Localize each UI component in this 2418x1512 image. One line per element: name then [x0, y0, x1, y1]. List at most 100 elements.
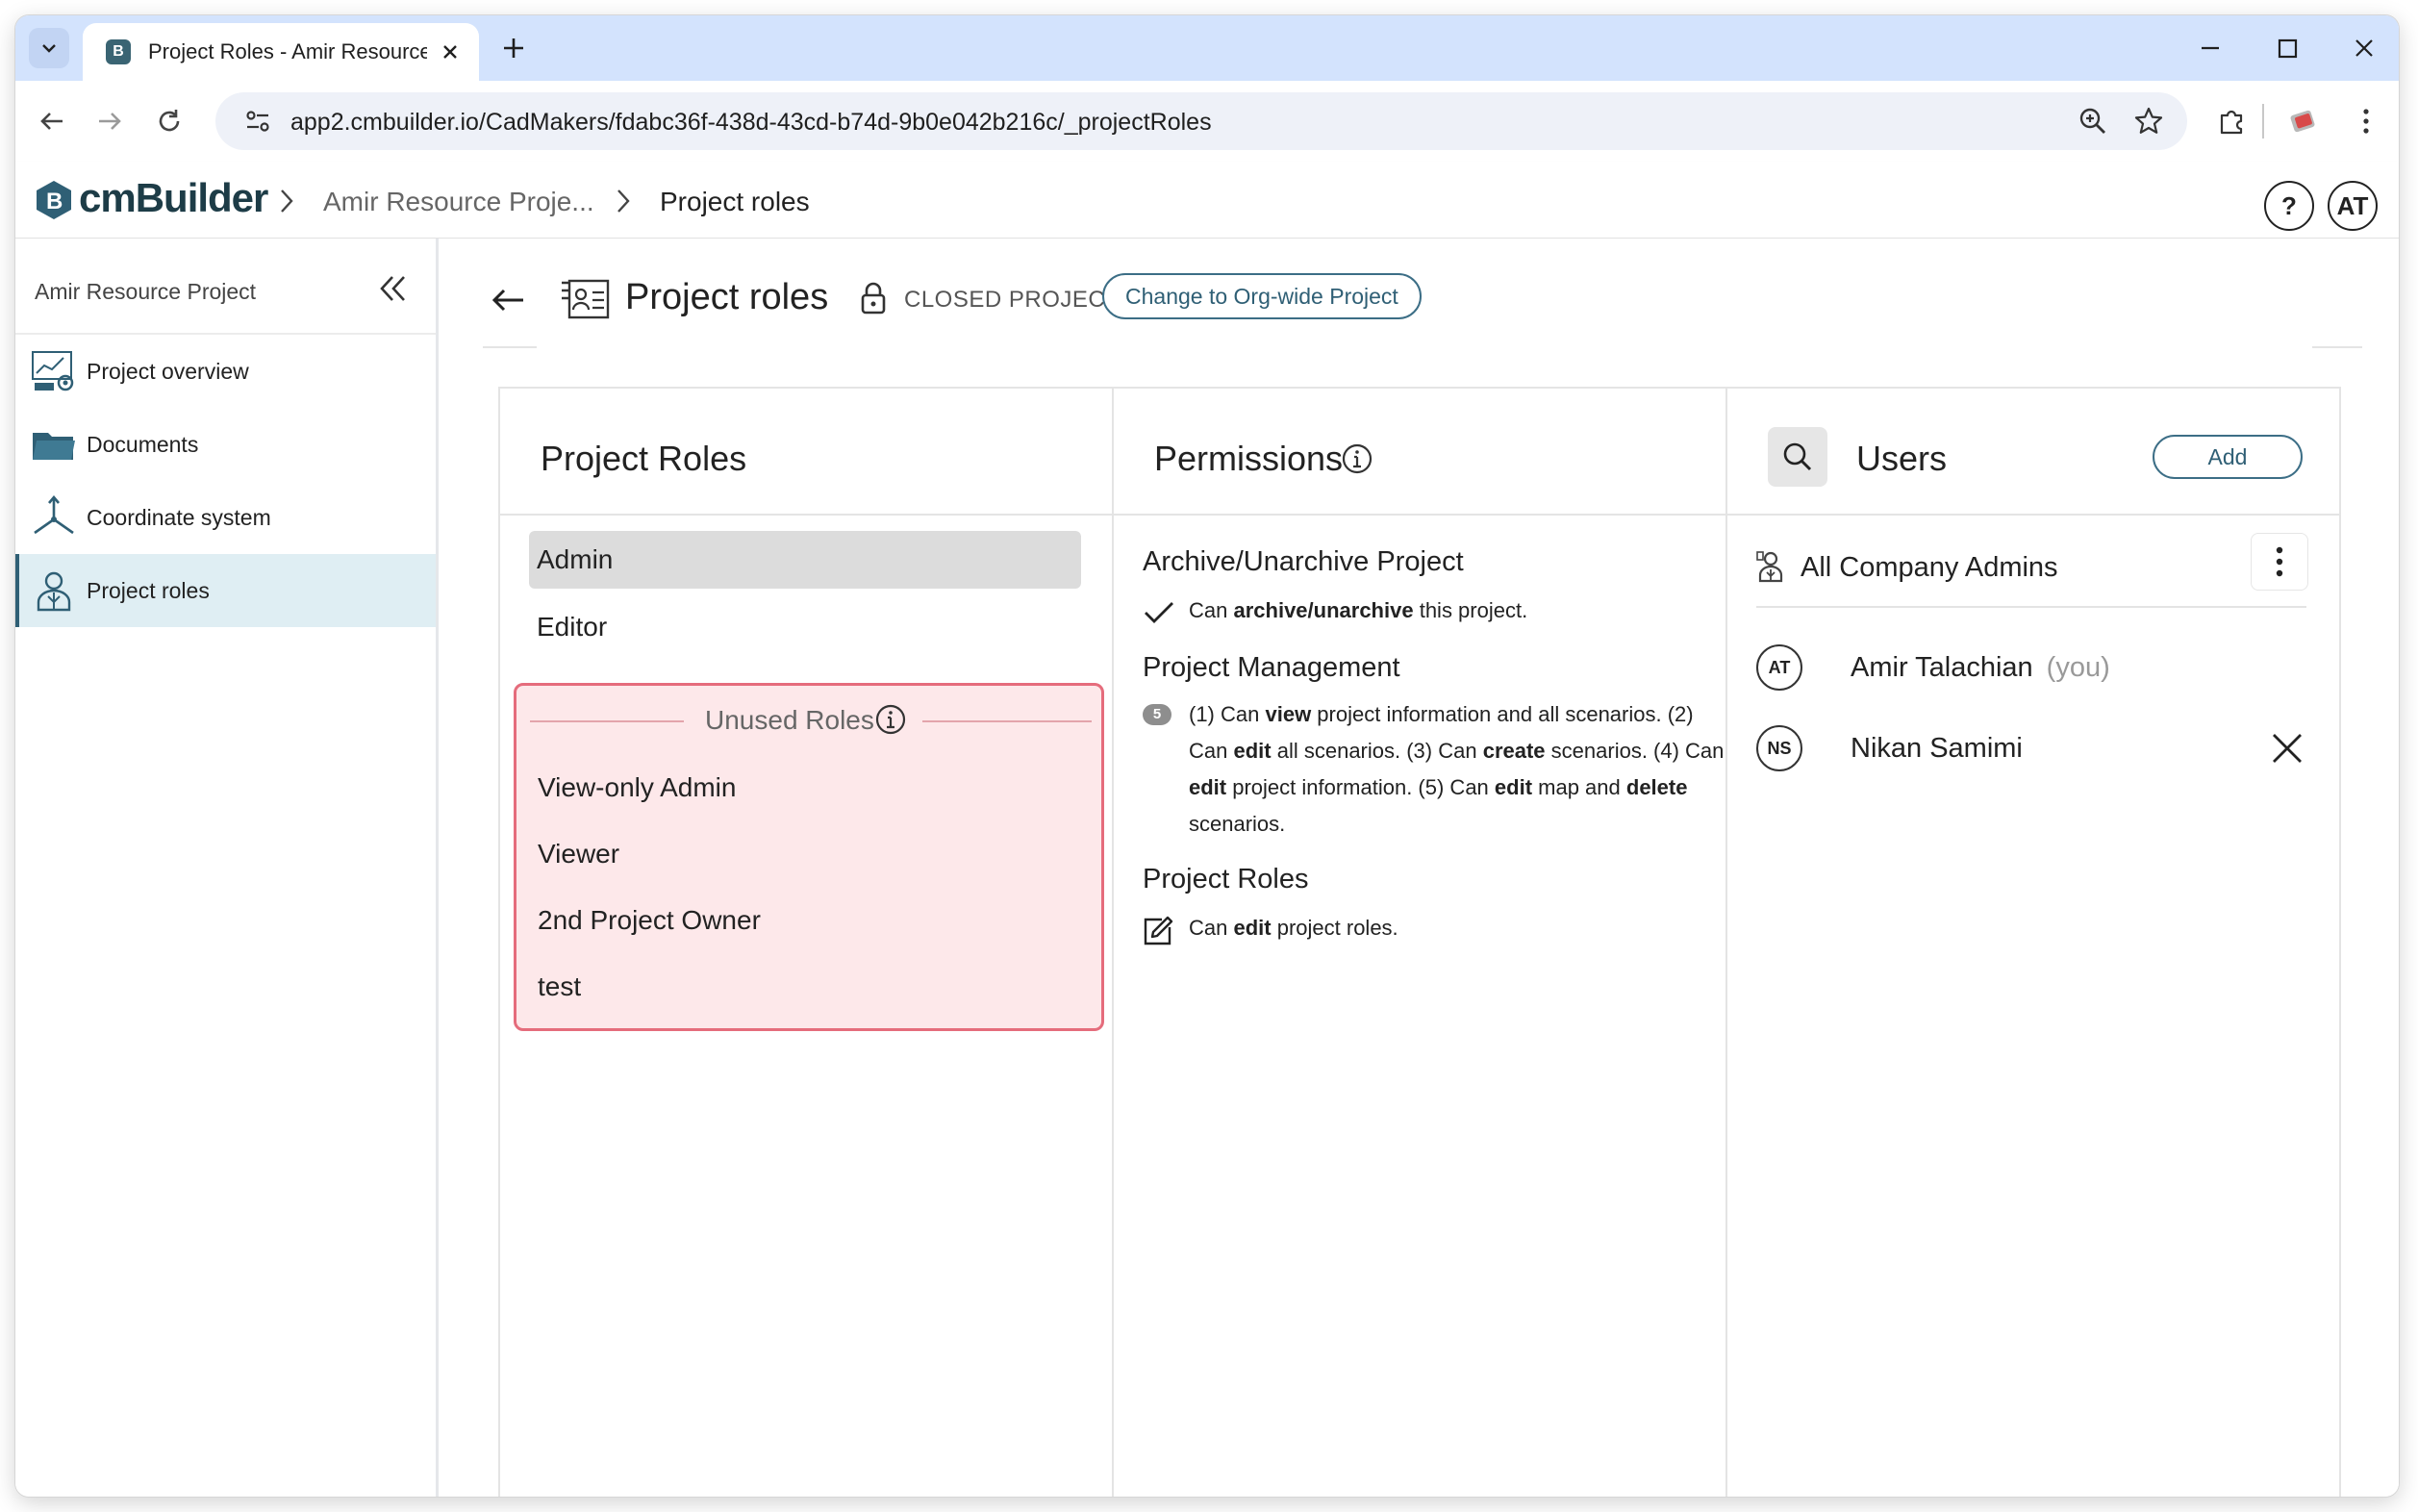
edit-icon [1144, 916, 1173, 945]
sidebar-item-project-roles[interactable]: Project roles [15, 554, 436, 627]
avatar: AT [1756, 644, 1802, 691]
zoom-icon[interactable] [2078, 106, 2108, 137]
avatar: NS [1756, 725, 1802, 771]
maximize-icon[interactable] [2272, 33, 2303, 63]
user-name: Nikan Samimi [1851, 733, 2023, 764]
sidebar-item-label: Coordinate system [87, 504, 271, 530]
axes-icon [34, 494, 74, 535]
profile-extension-icon[interactable] [2287, 106, 2320, 137]
users-panel: Users Add All Company Admins AT Amir Tal… [1725, 387, 2341, 1497]
role-item-admin[interactable]: Admin [529, 531, 1081, 589]
sidebar-item-documents[interactable]: Documents [15, 408, 436, 481]
admin-group-icon [1756, 551, 1783, 583]
bookmark-star-icon[interactable] [2133, 106, 2164, 137]
back-button[interactable] [33, 102, 71, 140]
collapse-sidebar-icon[interactable] [373, 269, 412, 308]
navigation-bar: app2.cmbuilder.io/CadMakers/fdabc36f-438… [15, 81, 2399, 162]
help-button[interactable]: ? [2264, 181, 2314, 231]
close-window-icon[interactable] [2349, 33, 2380, 63]
close-tab-icon[interactable] [439, 40, 462, 63]
reload-button[interactable] [150, 102, 189, 140]
lock-icon [861, 282, 886, 315]
user-name-text: Amir Talachian [1851, 652, 2033, 683]
project-roles-panel: Project Roles Admin Editor Unused Roles … [498, 387, 1114, 1497]
info-icon[interactable] [874, 703, 907, 736]
title-divider [483, 346, 537, 348]
roles-page-icon [562, 279, 610, 319]
user-group-name: All Company Admins [1801, 552, 2058, 583]
user-group-row: All Company Admins [1756, 533, 2308, 608]
sidebar-item-label: Project overview [87, 358, 249, 384]
unused-role-item[interactable]: 2nd Project Owner [538, 905, 761, 936]
legend-line [922, 720, 1092, 722]
sidebar-item-label: Documents [87, 431, 199, 457]
user-avatar-button[interactable]: AT [2328, 181, 2378, 231]
more-vertical-icon [2276, 546, 2283, 577]
permission-section-title: Archive/Unarchive Project [1143, 546, 1464, 577]
arrow-right-icon [99, 113, 121, 130]
tab-strip: B Project Roles - Amir Resource P [15, 15, 2399, 81]
search-icon [1783, 442, 1812, 471]
sidebar-project-title: Amir Resource Project [35, 279, 257, 304]
info-icon[interactable] [1341, 442, 1373, 475]
group-options-button[interactable] [2251, 533, 2308, 591]
unused-roles-group: Unused Roles View-only Admin Viewer 2nd … [514, 683, 1104, 1031]
panel-title: Permissions [1154, 439, 1344, 478]
permission-text: (1) Can view project information and all… [1189, 702, 1725, 836]
tab-search-button[interactable] [29, 28, 69, 68]
logo-text[interactable]: cmBuilder [79, 175, 268, 221]
page-title: Project roles [625, 277, 829, 317]
browser-tab-active[interactable]: B Project Roles - Amir Resource P [83, 23, 479, 81]
panel-header: Permissions [1114, 389, 1725, 516]
title-divider [2312, 346, 2362, 348]
url-text: app2.cmbuilder.io/CadMakers/fdabc36f-438… [290, 109, 1212, 136]
sidebar-item-coordinate-system[interactable]: Coordinate system [15, 481, 436, 554]
panel-title: Project Roles [541, 439, 747, 478]
project-status-label: CLOSED PROJECT [904, 287, 1121, 313]
permission-section-title: Project Roles [1143, 864, 1309, 895]
back-arrow-icon[interactable] [489, 281, 527, 319]
unused-role-item[interactable]: test [538, 971, 581, 1002]
minimize-icon[interactable] [2195, 33, 2226, 63]
tab-title: Project Roles - Amir Resource P [148, 39, 427, 63]
site-info-icon[interactable] [239, 108, 277, 135]
panel-header: Users Add [1727, 389, 2339, 516]
browser-menu-icon[interactable] [2356, 106, 2376, 137]
change-to-org-wide-button[interactable]: Change to Org-wide Project [1102, 273, 1422, 319]
folder-icon [33, 433, 75, 460]
add-user-button[interactable]: Add [2153, 435, 2303, 479]
permissions-panel: Permissions Archive/Unarchive Project Ca… [1112, 387, 1727, 1497]
main-content: Project roles CLOSED PROJECT Change to O… [439, 239, 2399, 1497]
permission-count-badge: 5 [1143, 704, 1175, 737]
you-label: (you) [2046, 652, 2110, 683]
permission-text: Can archive/unarchive this project. [1189, 598, 1528, 622]
cmbuilder-logo-icon[interactable]: B [35, 179, 73, 221]
user-row: NS Nikan Samimi [1756, 725, 2306, 783]
user-badge-icon [37, 571, 71, 612]
breadcrumb-current: Project roles [660, 187, 810, 216]
browser-window: B Project Roles - Amir Resource P app2.c… [15, 15, 2399, 1497]
svg-text:B: B [46, 189, 63, 214]
check-icon [1145, 602, 1173, 623]
address-bar[interactable]: app2.cmbuilder.io/CadMakers/fdabc36f-438… [215, 92, 2187, 150]
permission-text: Can edit project roles. [1189, 916, 1398, 940]
favicon-icon: B [106, 39, 131, 64]
permission-section-title: Project Management [1143, 652, 1400, 683]
user-search-button[interactable] [1768, 427, 1827, 487]
role-item-editor[interactable]: Editor [529, 598, 1081, 656]
extensions-icon[interactable] [2216, 106, 2247, 137]
app-header: B cmBuilder Amir Resource Proje... Proje… [15, 162, 2399, 239]
sidebar: Amir Resource Project Project overview D… [15, 239, 439, 1497]
chevron-right-icon [617, 189, 630, 213]
forward-button[interactable] [90, 102, 129, 140]
unused-role-item[interactable]: View-only Admin [538, 772, 736, 803]
sidebar-item-project-overview[interactable]: Project overview [15, 335, 436, 408]
panel-header: Project Roles [500, 389, 1112, 516]
remove-user-icon[interactable] [2270, 731, 2305, 766]
arrow-left-icon [40, 113, 63, 130]
breadcrumb-project[interactable]: Amir Resource Proje... [323, 187, 594, 217]
unused-role-item[interactable]: Viewer [538, 839, 619, 869]
user-name: Amir Talachian (you) [1851, 652, 2110, 684]
new-tab-icon[interactable] [496, 31, 531, 65]
panel-title: Users [1856, 439, 1948, 478]
